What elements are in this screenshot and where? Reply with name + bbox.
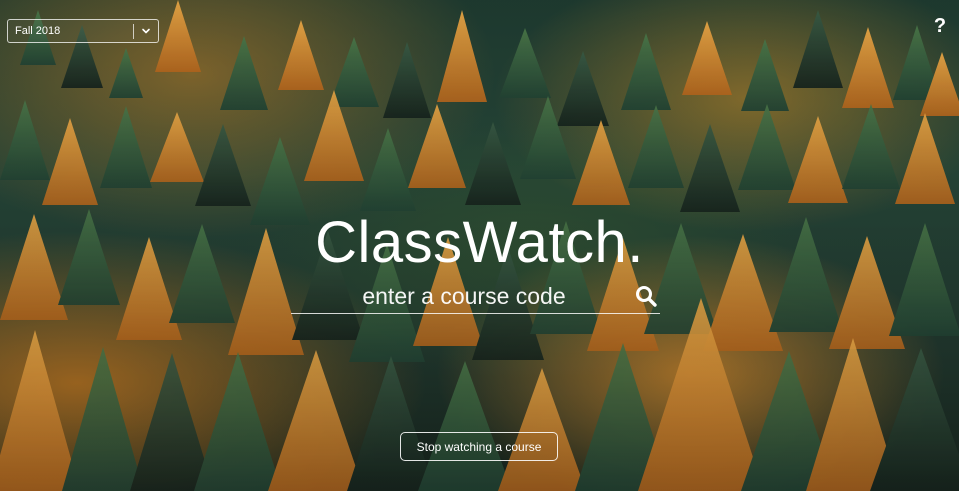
term-selector[interactable]: Fall 2018 xyxy=(7,19,159,43)
chevron-down-icon[interactable] xyxy=(134,19,158,43)
course-search xyxy=(291,279,660,314)
search-icon[interactable] xyxy=(634,284,658,308)
course-code-input[interactable] xyxy=(291,279,625,313)
term-value: Fall 2018 xyxy=(15,25,61,37)
help-icon[interactable]: ? xyxy=(931,14,949,38)
landing-page: Fall 2018 ? ClassWatch. Stop watching a … xyxy=(0,0,959,491)
stop-watching-button[interactable]: Stop watching a course xyxy=(400,432,558,461)
brand-title: ClassWatch. xyxy=(315,210,644,275)
